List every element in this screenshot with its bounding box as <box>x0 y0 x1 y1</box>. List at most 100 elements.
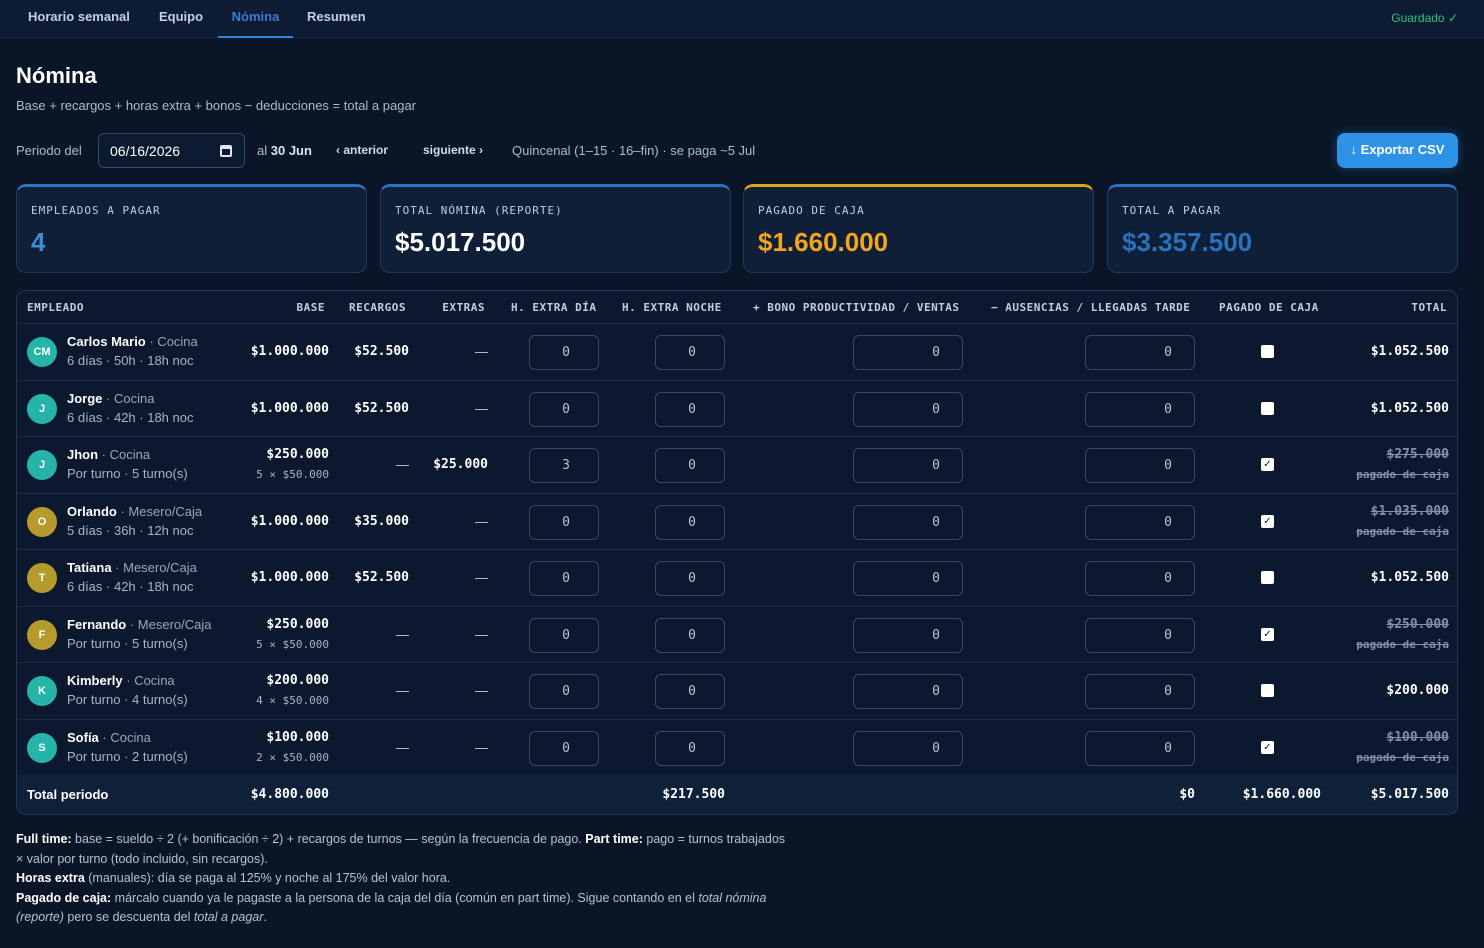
paid-cash-checkbox[interactable] <box>1261 684 1274 697</box>
absences-input[interactable]: 0 <box>1085 674 1195 709</box>
tab-equipo[interactable]: Equipo <box>159 0 203 38</box>
base-value: $1.000.000 <box>250 344 329 359</box>
bonus-input[interactable]: 0 <box>853 617 963 653</box>
extra-hours-day-input[interactable]: 0 <box>529 561 599 596</box>
extra-hours-night-input[interactable]: 0 <box>655 730 725 766</box>
calendar-icon[interactable] <box>220 145 232 157</box>
employee-detail: Por turno · 2 turno(s) <box>67 748 188 764</box>
tab-nomina[interactable]: Nómina <box>218 0 293 38</box>
base-breakdown: 5 × $50.000 <box>256 468 329 481</box>
bonus-input[interactable]: 0 <box>853 730 963 766</box>
table-row: F Fernando · Mesero/Caja Por turno · 5 tur… <box>17 605 1457 662</box>
table-row: O Orlando · Mesero/Caja 5 días · 36h · 12h… <box>17 492 1457 549</box>
employee-name-text: Tatiana <box>67 560 112 575</box>
footer-recargos: $217.500 <box>662 787 725 802</box>
paid-cash-checkbox[interactable]: ✓ <box>1261 627 1274 641</box>
base-value: $250.000 <box>266 616 329 632</box>
employee-detail: 6 días · 42h · 18h noc <box>67 409 194 425</box>
tab-horario-semanal[interactable]: Horario semanal <box>28 0 130 38</box>
bonus-value: 0 <box>932 345 940 360</box>
employee-name: Tatiana · Mesero/Caja <box>67 560 197 575</box>
header-extras: EXTRAS <box>442 301 485 314</box>
export-csv-button[interactable]: ↓ Exportar CSV <box>1337 133 1458 168</box>
employee-detail: 5 días · 36h · 12h noc <box>67 522 194 538</box>
payroll-table: EMPLEADO BASE RECARGOS EXTRAS H. EXTRA D… <box>16 290 1458 815</box>
note-extra-label: Horas extra <box>16 871 85 885</box>
paid-cash-checkbox[interactable]: ✓ <box>1261 740 1274 754</box>
absences-value: 0 <box>1164 684 1172 699</box>
employee-detail: Por turno · 5 turno(s) <box>67 635 188 651</box>
employee-role: · Mesero/Caja <box>111 560 197 575</box>
extra-hours-day-input[interactable]: 0 <box>529 617 599 653</box>
paid-cash-checkbox[interactable] <box>1261 571 1274 584</box>
period-to-label: al <box>257 143 268 158</box>
extra-hours-day-input[interactable]: 0 <box>529 674 599 709</box>
row-total: $1.052.500 <box>1370 400 1449 416</box>
extra-hours-night-input[interactable]: 0 <box>655 504 725 540</box>
extra-hours-day-value: 0 <box>562 740 570 756</box>
extra-hours-night-input[interactable]: 0 <box>655 335 725 370</box>
absences-input[interactable]: 0 <box>1085 730 1195 766</box>
absences-input[interactable]: 0 <box>1085 617 1195 653</box>
extra-hours-night-input[interactable]: 0 <box>655 391 725 427</box>
extra-hours-night-value: 0 <box>688 740 696 756</box>
extra-hours-night-input[interactable]: 0 <box>655 448 725 483</box>
card-paid-cash-value: $1.660.000 <box>758 227 889 257</box>
avatar: S <box>27 732 57 763</box>
extra-hours-day-input[interactable]: 3 <box>529 448 599 483</box>
bonus-input[interactable]: 0 <box>853 561 963 596</box>
extra-hours-night-input[interactable]: 0 <box>655 617 725 653</box>
tab-resumen[interactable]: Resumen <box>307 0 366 38</box>
employee-name-text: Kimberly <box>67 673 123 688</box>
employee-role: · Cocina <box>145 334 198 349</box>
absences-input[interactable]: 0 <box>1085 504 1195 540</box>
employee-name: Kimberly · Cocina <box>67 673 175 688</box>
next-period-button[interactable]: siguiente › <box>423 143 483 157</box>
employee-name: Fernando · Mesero/Caja <box>67 617 211 632</box>
bonus-value: 0 <box>932 627 940 643</box>
absences-input[interactable]: 0 <box>1085 335 1195 370</box>
paid-cash-checkbox[interactable]: ✓ <box>1261 458 1274 471</box>
extra-hours-night-input[interactable]: 0 <box>655 674 725 709</box>
paid-cash-checkbox[interactable]: ✓ <box>1261 514 1274 528</box>
period-date-input[interactable]: 06/16/2026 <box>98 133 245 168</box>
note-fulltime-text: base = sueldo ÷ 2 (+ bonificación ÷ 2) +… <box>71 832 586 846</box>
extra-hours-day-input[interactable]: 0 <box>529 335 599 370</box>
recargos-value: — <box>396 739 409 755</box>
header-employee: EMPLEADO <box>27 301 84 314</box>
extras-value: $25.000 <box>433 457 488 472</box>
extras-value: — <box>475 626 488 642</box>
row-total: $250.000 <box>1386 616 1449 632</box>
card-total-payroll: TOTAL NÓMINA (REPORTE) $5.017.500 <box>380 184 731 273</box>
absences-value: 0 <box>1164 571 1172 586</box>
header-extra-night: H. EXTRA NOCHE <box>622 301 722 314</box>
absences-value: 0 <box>1164 345 1172 360</box>
bonus-input[interactable]: 0 <box>853 391 963 427</box>
bonus-input[interactable]: 0 <box>853 674 963 709</box>
table-row: J Jhon · Cocina Por turno · 5 turno(s) $250… <box>17 436 1457 492</box>
previous-period-button[interactable]: ‹ anterior <box>336 143 388 157</box>
employee-detail: 6 días · 42h · 18h noc <box>67 579 194 594</box>
extra-hours-day-input[interactable]: 0 <box>529 391 599 427</box>
card-total-payroll-value: $5.017.500 <box>395 227 526 257</box>
absences-input[interactable]: 0 <box>1085 448 1195 483</box>
extra-hours-day-input[interactable]: 0 <box>529 730 599 766</box>
paid-cash-checkbox[interactable] <box>1261 401 1274 415</box>
paid-cash-note: pagado de caja <box>1356 524 1449 538</box>
employee-role: · Cocina <box>98 729 151 745</box>
bonus-input[interactable]: 0 <box>853 335 963 370</box>
bonus-input[interactable]: 0 <box>853 448 963 483</box>
bonus-input[interactable]: 0 <box>853 504 963 540</box>
header-total: TOTAL <box>1411 301 1447 314</box>
extra-hours-night-value: 0 <box>688 684 696 699</box>
paid-cash-checkbox[interactable] <box>1261 345 1274 358</box>
row-total: $1.035.000 <box>1370 503 1449 519</box>
absences-input[interactable]: 0 <box>1085 391 1195 427</box>
extra-hours-day-input[interactable]: 0 <box>529 504 599 540</box>
extra-hours-night-input[interactable]: 0 <box>655 561 725 596</box>
absences-input[interactable]: 0 <box>1085 561 1195 596</box>
extra-hours-day-value: 0 <box>562 401 570 417</box>
paid-cash-note: pagado de caja <box>1356 468 1449 481</box>
avatar: J <box>27 393 57 424</box>
employee-name-text: Fernando <box>67 616 127 632</box>
